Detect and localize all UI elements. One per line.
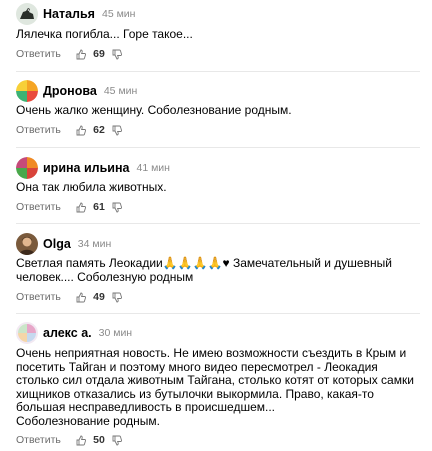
reply-button[interactable]: Ответить [16, 291, 76, 303]
colorful-avatar-icon[interactable] [16, 80, 38, 102]
comments-list: Наталья 45 мин Лялечка погибла... Горе т… [0, 0, 432, 451]
comment-author[interactable]: Наталья [43, 7, 95, 21]
comment-author[interactable]: Дронова [43, 84, 97, 98]
divider [16, 313, 420, 314]
reply-button[interactable]: Ответить [16, 48, 76, 60]
comment-author[interactable]: ирина ильина [43, 161, 129, 175]
photo-avatar-icon[interactable] [16, 233, 38, 255]
comment-time: 30 мин [98, 327, 133, 339]
thumbs-down-icon[interactable] [112, 202, 122, 213]
colorful-avatar-icon[interactable] [16, 322, 38, 344]
comment-author[interactable]: алекс а. [43, 326, 92, 340]
comment-time: 45 мин [103, 85, 138, 97]
like-count: 69 [93, 48, 105, 60]
thumbs-up-icon[interactable] [76, 49, 86, 60]
comment-time: 34 мин [77, 238, 112, 250]
comment-text: Очень неприятная новость. Не имею возмож… [16, 346, 414, 428]
comment-time: 41 мин [136, 162, 170, 174]
reply-button[interactable]: Ответить [16, 201, 76, 213]
like-count: 62 [93, 124, 105, 136]
thumbs-down-icon[interactable] [112, 125, 122, 136]
like-count: 50 [93, 434, 105, 446]
thumbs-up-icon[interactable] [76, 292, 86, 303]
comment-text: Очень жалко женщину. Соболезнование родн… [16, 103, 292, 117]
comment-text: Она так любила животных. [16, 180, 167, 194]
thumbs-down-icon[interactable] [112, 292, 122, 303]
colorful-avatar-icon[interactable] [16, 157, 38, 179]
like-count: 49 [93, 291, 105, 303]
divider [16, 71, 420, 72]
like-count: 61 [93, 201, 105, 213]
comment-text: Лялечка погибла... Горе такое... [16, 27, 193, 41]
reply-button[interactable]: Ответить [16, 124, 76, 136]
thumbs-up-icon[interactable] [76, 202, 86, 213]
thumbs-down-icon[interactable] [112, 435, 122, 446]
dog-avatar-icon[interactable] [16, 3, 38, 25]
reply-button[interactable]: Ответить [16, 434, 76, 446]
thumbs-up-icon[interactable] [76, 435, 86, 446]
thumbs-up-icon[interactable] [76, 125, 86, 136]
comment-author[interactable]: Olga [43, 237, 71, 251]
divider [16, 147, 420, 148]
thumbs-down-icon[interactable] [112, 49, 122, 60]
comment-time: 45 мин [101, 8, 136, 20]
divider [16, 223, 420, 224]
comment-text: Светлая память Леокадии🙏🙏🙏🙏♥ Замечательн… [16, 256, 392, 284]
